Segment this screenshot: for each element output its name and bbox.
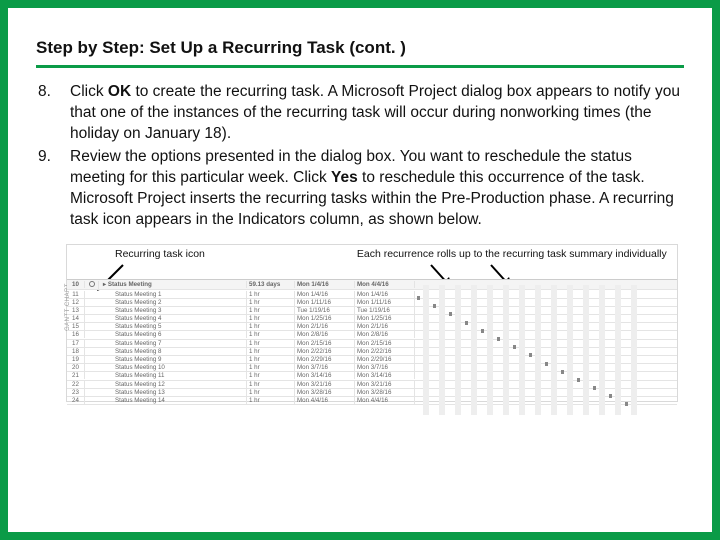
summary-row: 10 ▸ Status Meeting 59.13 days Mon 1/4/1… [67, 280, 677, 290]
item-number: 8. [36, 82, 70, 145]
task-grid: 10 ▸ Status Meeting 59.13 days Mon 1/4/1… [67, 279, 677, 405]
slide: Step by Step: Set Up a Recurring Task (c… [8, 8, 712, 532]
recurring-task-icon [85, 281, 99, 289]
figure-label-right: Each recurrence rolls up to the recurrin… [357, 248, 667, 260]
item-number: 9. [36, 147, 70, 231]
page-title: Step by Step: Set Up a Recurring Task (c… [36, 38, 684, 68]
list-item: 8. Click OK to create the recurring task… [36, 82, 684, 145]
list-item: 9. Review the options presented in the d… [36, 147, 684, 231]
item-text: Click OK to create the recurring task. A… [70, 82, 684, 145]
screenshot-figure: Recurring task icon Each recurrence roll… [66, 244, 678, 402]
figure-label-left: Recurring task icon [115, 248, 205, 260]
item-text: Review the options presented in the dial… [70, 147, 684, 231]
